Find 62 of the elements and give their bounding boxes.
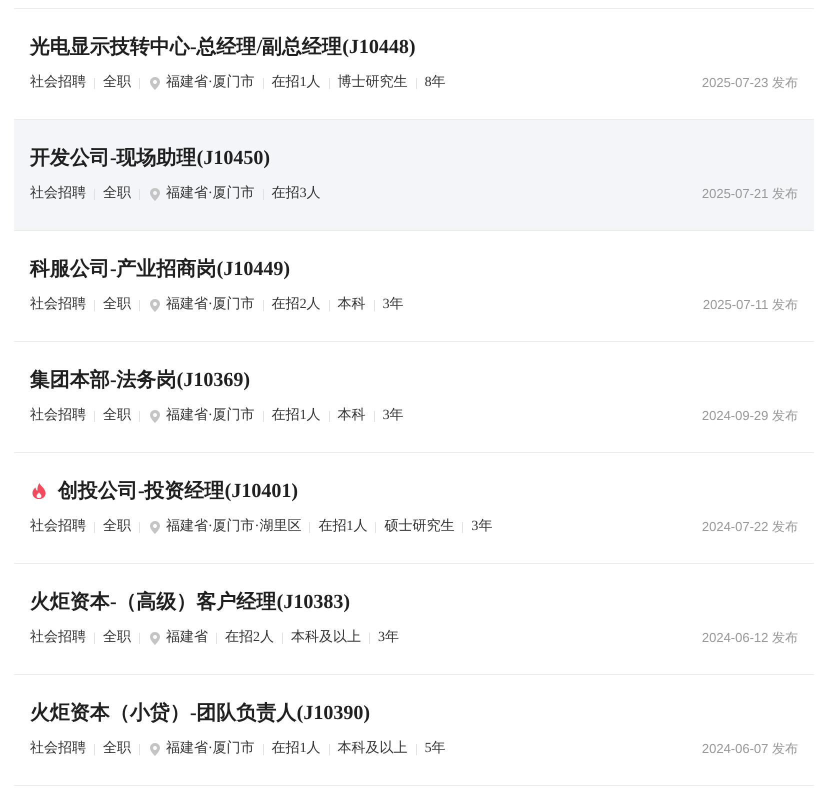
job-tag: 硕士研究生 xyxy=(384,517,454,537)
job-tag: 3年 xyxy=(382,406,404,426)
job-title[interactable]: 火炬资本-（高级）客户经理(J10383) xyxy=(30,588,350,616)
location-pin-icon xyxy=(150,298,160,312)
location-pin-icon xyxy=(150,410,160,422)
publish-date: 2024-09-29 发布 xyxy=(702,407,798,425)
location-pin-icon xyxy=(150,76,160,90)
job-tag: 社会招聘 xyxy=(30,739,86,759)
job-tag: 社会招聘 xyxy=(30,73,86,93)
job-tag: 全职 xyxy=(103,628,131,648)
job-title[interactable]: 创投公司-投资经理(J10401) xyxy=(58,477,298,505)
publish-date: 2024-06-07 发布 xyxy=(702,740,798,758)
job-title[interactable]: 科服公司-产业招商岗(J10449) xyxy=(30,255,290,283)
job-tag: 社会招聘 xyxy=(30,295,86,315)
job-tag: 全职 xyxy=(103,184,131,204)
job-title[interactable]: 火炬资本（小贷）-团队负责人(J10390) xyxy=(30,699,370,727)
location-text: 福建省·厦门市 xyxy=(166,295,255,314)
job-tag: 本科 xyxy=(338,295,366,315)
job-tag: 全职 xyxy=(103,739,131,759)
job-tag: 全职 xyxy=(103,295,131,315)
job-tag: 社会招聘 xyxy=(30,517,86,537)
job-tag: 本科及以上 xyxy=(291,628,361,648)
job-tag: 8年 xyxy=(424,73,446,93)
job-listing-row[interactable]: 开发公司-现场助理(J10450) 社会招聘 全职 福建省·厦门市 在招3人 2025-07-21 发布 xyxy=(14,120,814,231)
location-text: 福建省·厦门市 xyxy=(166,739,255,758)
job-tag: 全职 xyxy=(103,406,131,426)
location-text: 福建省·厦门市 xyxy=(166,73,255,92)
job-tag: 3年 xyxy=(382,295,404,315)
job-tag: 3年 xyxy=(471,517,492,537)
publish-date: 2025-07-21 发布 xyxy=(702,185,798,203)
job-tag: 在招2人 xyxy=(225,628,274,648)
job-tag: 全职 xyxy=(103,73,131,93)
job-tag: 博士研究生 xyxy=(338,73,408,93)
job-tag: 本科及以上 xyxy=(338,739,408,759)
location-text: 福建省·厦门市·湖里区 xyxy=(166,517,302,536)
job-tag: 在招1人 xyxy=(318,517,368,537)
job-tag: 3年 xyxy=(378,628,399,648)
job-tag: 在招3人 xyxy=(272,184,321,204)
location-pin-icon xyxy=(150,188,160,200)
job-tag: 5年 xyxy=(424,739,446,759)
job-tag: 社会招聘 xyxy=(30,406,86,426)
location-text: 福建省·厦门市 xyxy=(166,184,255,203)
location-text: 福建省·厦门市 xyxy=(166,406,255,425)
location-text: 福建省 xyxy=(166,628,208,647)
job-tag: 本科 xyxy=(338,406,366,426)
job-tag: 全职 xyxy=(103,517,131,537)
publish-date: 2024-06-12 发布 xyxy=(702,629,798,647)
job-tag: 在招1人 xyxy=(272,739,321,759)
publish-date: 2024-07-22 发布 xyxy=(702,518,798,536)
location-pin-icon xyxy=(150,520,160,534)
publish-date: 2025-07-23 发布 xyxy=(702,74,798,92)
job-tag: 社会招聘 xyxy=(30,628,86,648)
job-tag: 在招1人 xyxy=(272,406,321,426)
job-tag: 社会招聘 xyxy=(30,184,86,204)
job-title[interactable]: 集团本部-法务岗(J10369) xyxy=(30,366,250,394)
publish-date: 2025-07-11 发布 xyxy=(702,296,798,314)
location-pin-icon xyxy=(150,632,160,644)
job-tag: 在招1人 xyxy=(272,73,321,93)
job-title[interactable]: 开发公司-现场助理(J10450) xyxy=(30,144,270,172)
location-pin-icon xyxy=(150,742,160,756)
job-tag: 在招2人 xyxy=(272,295,321,315)
job-title[interactable]: 光电显示技转中心-总经理/副总经理(J10448) xyxy=(30,33,416,61)
